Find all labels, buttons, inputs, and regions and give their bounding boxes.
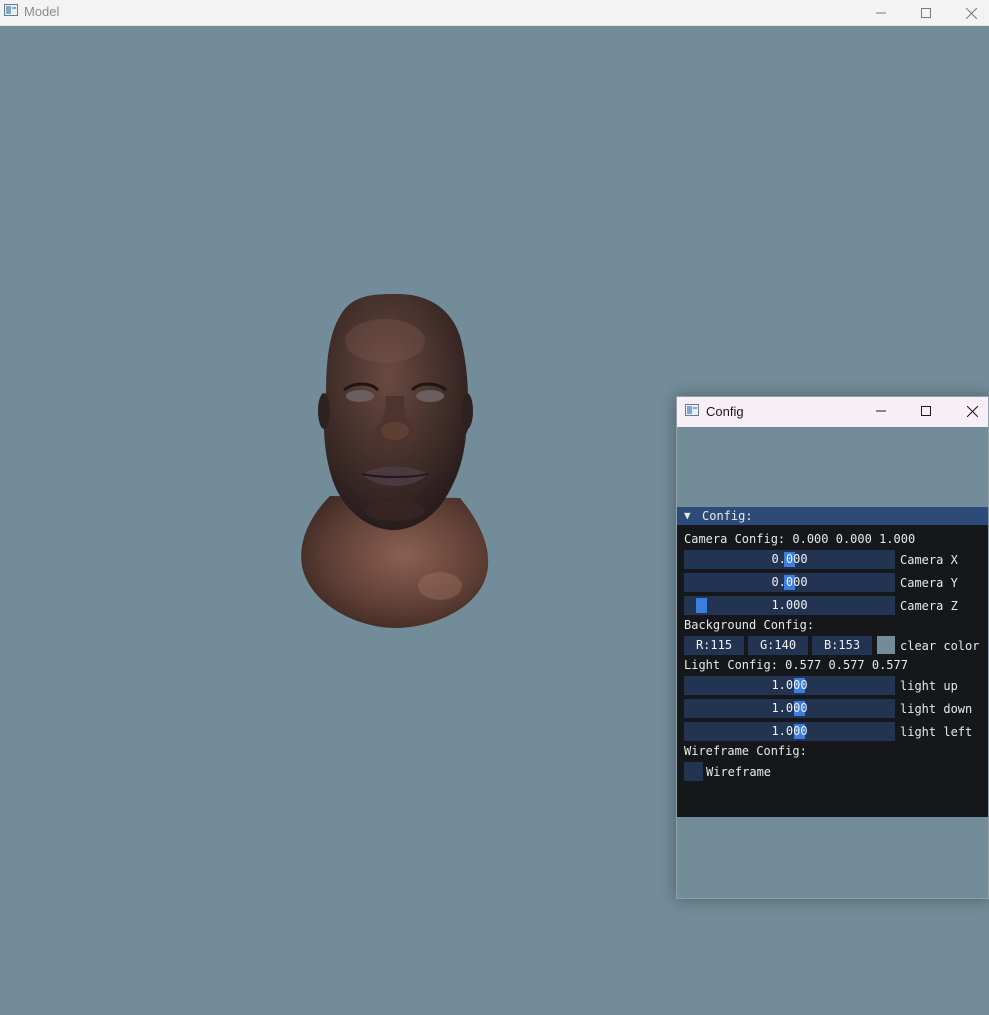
camera-config-text: Camera Config: 0.000 0.000 1.000 [684,532,916,546]
bg-red-field[interactable]: R:115 [684,636,744,655]
close-icon [966,405,978,417]
config-collapsing-header[interactable]: ▼ Config: [677,507,988,525]
light-left-slider[interactable]: 1.000 [684,722,895,741]
camera-y-slider[interactable]: 0.000 [684,573,895,592]
main-maximize-button[interactable] [903,0,949,26]
minimize-icon [876,12,886,14]
clear-color-label: clear color [900,639,980,653]
config-close-button[interactable] [949,398,989,424]
main-titlebar: Model [0,0,989,26]
config-header-label: Config: [702,509,753,523]
camera-z-label: Camera Z [900,599,958,613]
main-minimize-button[interactable] [858,0,904,26]
maximize-icon [921,8,931,18]
light-down-value: 1.000 [771,701,808,715]
light-left-label: light left [900,725,973,739]
config-window-title: Config [706,404,744,419]
light-left-value: 1.000 [771,724,808,738]
light-up-value: 1.000 [771,678,808,692]
light-down-label: light down [900,702,973,716]
camera-y-value: 0.000 [771,575,808,589]
camera-x-slider[interactable]: 0.000 [684,550,895,569]
collapse-arrow-icon: ▼ [684,509,691,522]
light-down-slider[interactable]: 1.000 [684,699,895,718]
wireframe-config-text: Wireframe Config: [684,744,807,758]
clear-color-swatch[interactable] [877,636,895,654]
camera-z-value: 1.000 [771,598,808,612]
bg-green-field[interactable]: G:140 [748,636,808,655]
maximize-icon [921,406,931,416]
main-window-title: Model [24,4,60,19]
light-config-text: Light Config: 0.577 0.577 0.577 [684,658,908,672]
bg-blue-field[interactable]: B:153 [812,636,872,655]
imgui-panel: ▼ Config: Camera Config: 0.000 0.000 1.0… [677,507,988,817]
config-maximize-button[interactable] [903,398,949,424]
main-close-button[interactable] [948,0,989,26]
light-up-label: light up [900,679,958,693]
wireframe-checkbox[interactable] [684,762,703,781]
config-window[interactable]: Config ▼ Config: Camera Config: 0.000 0.… [676,396,989,899]
light-up-slider[interactable]: 1.000 [684,676,895,695]
config-titlebar[interactable]: Config [677,397,988,427]
head-model [301,294,489,628]
wireframe-checkbox-label: Wireframe [706,765,772,779]
background-config-text: Background Config: [684,618,815,632]
close-icon [965,7,977,19]
camera-z-slider[interactable]: 1.000 [684,596,895,615]
camera-x-value: 0.000 [771,552,808,566]
camera-y-label: Camera Y [900,576,958,590]
camera-x-label: Camera X [900,553,958,567]
minimize-icon [876,410,886,412]
config-minimize-button[interactable] [858,398,904,424]
app-icon [4,4,18,16]
config-app-icon [685,404,699,416]
